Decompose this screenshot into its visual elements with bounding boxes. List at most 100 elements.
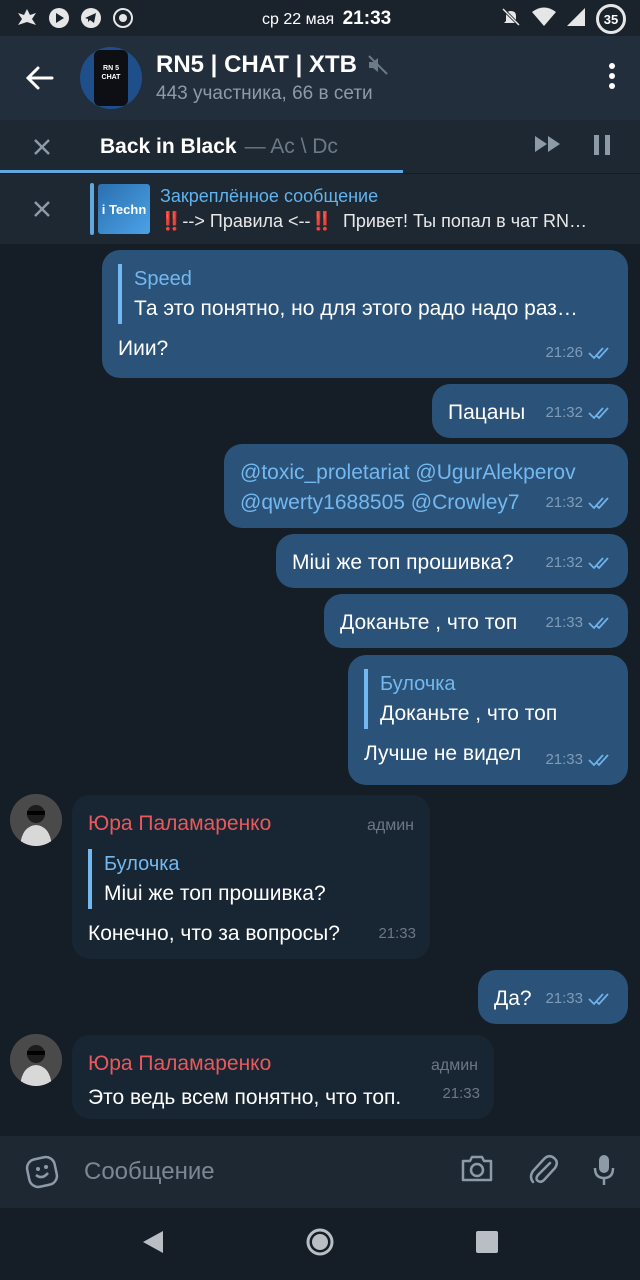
user-avatar[interactable] bbox=[10, 1034, 62, 1086]
status-notification-icons bbox=[16, 7, 134, 29]
sticker-smile-icon bbox=[25, 1155, 59, 1189]
sender-name[interactable]: Юра Паламаренко bbox=[88, 1049, 478, 1079]
double-check-icon bbox=[588, 407, 609, 420]
camera-icon bbox=[461, 1155, 493, 1181]
triangle-back-icon bbox=[143, 1230, 163, 1253]
battery-indicator: 35 bbox=[596, 4, 626, 34]
composer-actions bbox=[460, 1153, 616, 1192]
sender-name[interactable]: Юра Паламаренко bbox=[88, 809, 414, 839]
record-icon bbox=[112, 7, 134, 29]
message-outgoing[interactable]: Speed Та это понятно, но для этого радо … bbox=[102, 250, 628, 378]
wifi-icon bbox=[532, 7, 556, 32]
message-meta: 21:32 bbox=[545, 488, 614, 518]
message-outgoing[interactable]: Пацаны 21:32 bbox=[432, 384, 628, 438]
message-time: 21:32 bbox=[545, 494, 583, 511]
fast-forward-icon bbox=[535, 136, 560, 152]
message-meta: 21:32 bbox=[545, 548, 614, 578]
fast-forward-button[interactable] bbox=[534, 134, 562, 161]
message-time: 21:33 bbox=[545, 751, 583, 768]
user-avatar[interactable] bbox=[10, 794, 62, 846]
status-time: 21:33 bbox=[342, 8, 392, 29]
message-list[interactable]: Speed Та это понятно, но для этого радо … bbox=[0, 244, 640, 1136]
paperclip-icon bbox=[529, 1154, 558, 1183]
reply-text: Доканьте , что топ bbox=[380, 702, 558, 725]
avatar-text-line2: CHAT bbox=[101, 74, 121, 81]
close-player-button[interactable] bbox=[0, 138, 84, 156]
nav-back-button[interactable] bbox=[141, 1229, 165, 1260]
chat-title-block[interactable]: RN5 | CHAT | XTB 443 участника, 66 в сет… bbox=[156, 51, 389, 105]
reply-quote[interactable]: Булочка Доканьте , что топ bbox=[364, 669, 612, 729]
chat-avatar[interactable]: RN 5 CHAT bbox=[80, 47, 142, 109]
circle-home-icon bbox=[306, 1228, 334, 1255]
double-check-icon bbox=[588, 617, 609, 630]
reply-text: Та это понятно, но для этого радо надо р… bbox=[134, 297, 578, 320]
pinned-preview-part1: --> Правила <-- bbox=[182, 211, 311, 231]
square-recents-icon bbox=[476, 1230, 498, 1253]
message-outgoing[interactable]: Булочка Доканьте , что топ Лучше не виде… bbox=[348, 655, 628, 785]
muted-speaker-icon bbox=[368, 55, 388, 75]
pinned-texts: Закреплённое сообщение ‼️--> Правила <--… bbox=[160, 186, 610, 232]
message-incoming[interactable]: Юра Паламаренко админ Булочка Miui же то… bbox=[72, 795, 430, 959]
status-date: ср 22 мая bbox=[262, 11, 335, 28]
avatar-phone-image: RN 5 CHAT bbox=[94, 50, 128, 106]
track-artist: — Ac \ Dc bbox=[244, 134, 338, 158]
message-outgoing[interactable]: Да? 21:33 bbox=[478, 970, 628, 1024]
back-button[interactable] bbox=[0, 36, 80, 120]
message-time: 21:33 bbox=[442, 1085, 480, 1102]
message-composer bbox=[0, 1136, 640, 1208]
nav-recents-button[interactable] bbox=[475, 1230, 499, 1259]
pinned-marker-left: ‼️ bbox=[160, 211, 183, 231]
pinned-message-bar[interactable]: i Techn Закреплённое сообщение ‼️--> Пра… bbox=[0, 174, 640, 244]
user-photo-icon bbox=[10, 1034, 62, 1086]
music-player-bar[interactable]: Back in Black — Ac \ Dc bbox=[0, 120, 640, 174]
message-time: 21:33 bbox=[378, 925, 416, 942]
close-icon bbox=[34, 138, 50, 155]
message-input[interactable] bbox=[84, 1158, 460, 1186]
arrow-left-icon bbox=[26, 66, 54, 90]
pinned-accent-line bbox=[90, 183, 94, 235]
nav-home-button[interactable] bbox=[305, 1227, 335, 1262]
message-outgoing[interactable]: @toxic_proletariat @UgurAlekperov @qwert… bbox=[224, 444, 628, 528]
message-time: 21:32 bbox=[545, 554, 583, 571]
app-logo-icon bbox=[16, 7, 38, 29]
reply-quote[interactable]: Speed Та это понятно, но для этого радо … bbox=[118, 264, 612, 324]
emoji-button[interactable] bbox=[0, 1155, 84, 1189]
camera-button[interactable] bbox=[460, 1153, 494, 1192]
close-pinned-button[interactable] bbox=[0, 200, 84, 218]
message-text: Это ведь всем понятно, что топ. bbox=[88, 1086, 402, 1109]
more-menu-button[interactable] bbox=[608, 62, 616, 95]
mention-line-1[interactable]: @toxic_proletariat @UgurAlekperov bbox=[240, 458, 612, 488]
voice-record-button[interactable] bbox=[592, 1153, 616, 1192]
message-meta: 21:33 bbox=[378, 919, 416, 949]
pause-button[interactable] bbox=[592, 134, 612, 161]
status-clock: ср 22 мая 21:33 bbox=[262, 8, 391, 30]
double-check-icon bbox=[588, 754, 609, 767]
message-meta: 21:33 bbox=[442, 1079, 480, 1109]
message-text: Иии? bbox=[118, 337, 169, 360]
double-check-icon bbox=[588, 557, 609, 570]
play-icon bbox=[48, 7, 70, 29]
attach-button[interactable] bbox=[528, 1153, 558, 1192]
pinned-title: Закреплённое сообщение bbox=[160, 186, 379, 206]
pinned-preview-part2: Привет! Ты попал в чат RN… bbox=[342, 211, 587, 231]
track-progress bbox=[0, 170, 404, 173]
message-outgoing[interactable]: Доканьте , что топ 21:33 bbox=[324, 594, 628, 648]
pinned-thumbnail: i Techn bbox=[98, 184, 150, 234]
message-meta: 21:32 bbox=[545, 398, 614, 428]
microphone-icon bbox=[593, 1154, 615, 1185]
pause-icon bbox=[594, 135, 610, 155]
mute-bell-icon bbox=[500, 6, 522, 33]
track-title: Back in Black bbox=[100, 134, 237, 158]
system-navigation-bar bbox=[0, 1208, 640, 1280]
message-meta: 21:33 bbox=[545, 608, 614, 638]
double-check-icon bbox=[588, 347, 609, 360]
player-controls bbox=[534, 134, 612, 161]
message-outgoing[interactable]: Miui же топ прошивка? 21:32 bbox=[276, 534, 628, 588]
message-incoming[interactable]: Юра Паламаренко админ Это ведь всем поня… bbox=[72, 1035, 494, 1119]
double-check-icon bbox=[588, 993, 609, 1006]
message-meta: 21:33 bbox=[545, 984, 614, 1014]
pinned-preview: ‼️--> Правила <--‼️ Привет! Ты попал в ч… bbox=[160, 211, 610, 232]
reply-author: Булочка bbox=[104, 853, 180, 875]
reply-quote[interactable]: Булочка Miui же топ прошивка? bbox=[88, 849, 414, 909]
message-meta: 21:26 bbox=[545, 338, 614, 368]
